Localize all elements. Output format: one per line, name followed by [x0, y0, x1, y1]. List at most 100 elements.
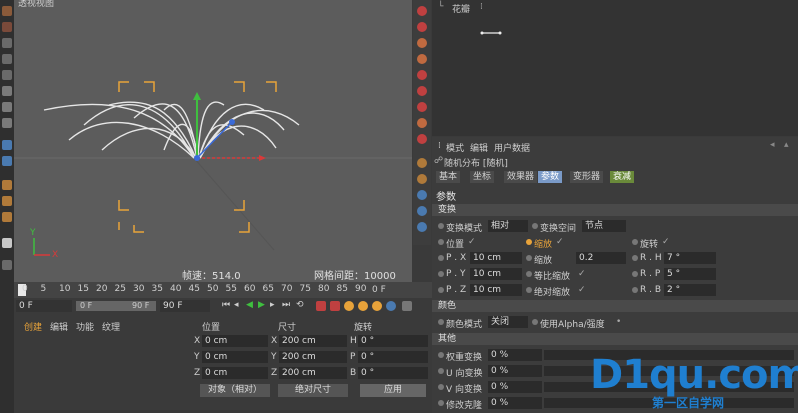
- coord-menu-function[interactable]: 功能: [76, 320, 94, 333]
- key-position-icon[interactable]: [344, 301, 354, 311]
- nurbs-icon[interactable]: [417, 54, 427, 64]
- py-field[interactable]: 10 cm: [470, 268, 522, 280]
- axis-lock-icon[interactable]: [2, 212, 12, 222]
- start-frame-field[interactable]: 0 F: [16, 300, 72, 312]
- px-keyframe-icon[interactable]: [438, 255, 444, 261]
- z-axis-dot[interactable]: [229, 119, 235, 125]
- scale-field[interactable]: 0.2: [576, 252, 626, 264]
- camera-icon[interactable]: [417, 118, 427, 128]
- v-keyframe-icon[interactable]: [438, 384, 444, 390]
- autokey-icon[interactable]: [330, 301, 340, 311]
- array-icon[interactable]: [417, 70, 427, 80]
- material-icon[interactable]: [417, 174, 427, 184]
- picture-viewer-icon[interactable]: [417, 222, 427, 232]
- edges-mode-icon[interactable]: [2, 102, 12, 112]
- key-param-icon[interactable]: [386, 301, 396, 311]
- color-section[interactable]: 颜色: [432, 300, 798, 312]
- model-mode-icon[interactable]: [2, 140, 12, 150]
- rh-keyframe-icon[interactable]: [632, 255, 638, 261]
- play-icon[interactable]: ▶: [258, 300, 265, 310]
- timeline-menu-icon[interactable]: [402, 301, 412, 311]
- nav-back-icon[interactable]: ◂: [770, 140, 775, 150]
- pz-keyframe-icon[interactable]: [438, 287, 444, 293]
- modify-keyframe-icon[interactable]: [438, 400, 444, 406]
- px-field[interactable]: 10 cm: [470, 252, 522, 264]
- move-tool-icon[interactable]: [2, 22, 12, 32]
- cube-icon[interactable]: [417, 6, 427, 16]
- modify-field[interactable]: 0 %: [488, 397, 542, 409]
- use-alpha-keyframe-icon[interactable]: [532, 319, 538, 325]
- pos-y-field[interactable]: 0 cm: [202, 351, 268, 363]
- rot-p-field[interactable]: 0 °: [358, 351, 428, 363]
- position-checkbox[interactable]: ✓: [468, 237, 476, 247]
- pos-z-field[interactable]: 0 cm: [202, 367, 268, 379]
- rp-field[interactable]: 5 °: [664, 268, 716, 280]
- tab-coord[interactable]: 坐标: [470, 171, 495, 183]
- tab-deformer[interactable]: 变形器: [570, 171, 604, 183]
- nav-up-icon[interactable]: ▴: [784, 140, 789, 150]
- polygons-mode-icon[interactable]: [2, 118, 12, 128]
- light-icon[interactable]: [417, 134, 427, 144]
- key-scale-icon[interactable]: [358, 301, 368, 311]
- uniform-scale-keyframe-icon[interactable]: [526, 271, 532, 277]
- undo-icon[interactable]: [2, 6, 12, 16]
- rb-field[interactable]: 2 °: [664, 284, 716, 296]
- position-keyframe-icon[interactable]: [438, 239, 444, 245]
- range-slider[interactable]: 0 F 90 F: [76, 301, 156, 311]
- py-keyframe-icon[interactable]: [438, 271, 444, 277]
- render-icon[interactable]: [417, 190, 427, 200]
- prev-key-icon[interactable]: ◂: [234, 300, 239, 310]
- scale-checkbox[interactable]: ✓: [556, 237, 564, 247]
- deformer-icon[interactable]: [417, 86, 427, 96]
- rotation-keyframe-icon[interactable]: [632, 239, 638, 245]
- size-y-field[interactable]: 200 cm: [279, 351, 347, 363]
- uniform-scale-checkbox[interactable]: ✓: [578, 269, 586, 279]
- rp-keyframe-icon[interactable]: [632, 271, 638, 277]
- use-alpha-checkbox[interactable]: •: [616, 317, 621, 327]
- size-mode-dropdown[interactable]: 绝对尺寸: [278, 384, 348, 397]
- rb-keyframe-icon[interactable]: [632, 287, 638, 293]
- transform-mode-select[interactable]: 相对: [488, 220, 528, 232]
- tab-basic[interactable]: 基本: [436, 171, 461, 183]
- end-frame-field[interactable]: 90 F: [160, 300, 210, 312]
- tab-effector[interactable]: 效果器: [504, 171, 538, 183]
- size-x-field[interactable]: 200 cm: [279, 335, 347, 347]
- render-settings-icon[interactable]: [417, 206, 427, 216]
- object-origin[interactable]: [194, 155, 200, 161]
- transform-section[interactable]: 变换: [432, 204, 798, 216]
- rot-h-field[interactable]: 0 °: [358, 335, 428, 347]
- x-axis-arrow[interactable]: [259, 155, 266, 161]
- play-back-icon[interactable]: ◀: [246, 300, 253, 310]
- tab-falloff[interactable]: 衰减: [610, 171, 635, 183]
- coordinate-mode-dropdown[interactable]: 对象（相对）: [200, 384, 270, 397]
- coord-menu-edit[interactable]: 编辑: [50, 320, 68, 333]
- color-mode-select[interactable]: 关闭: [488, 316, 528, 328]
- rot-b-field[interactable]: 0 °: [358, 367, 428, 379]
- s-script-icon[interactable]: [2, 238, 12, 248]
- color-mode-keyframe-icon[interactable]: [438, 319, 444, 325]
- tab-parameters[interactable]: 参数: [538, 171, 563, 183]
- transform-space-keyframe-icon[interactable]: [532, 223, 538, 229]
- texture-mode-icon[interactable]: [2, 156, 12, 166]
- snap-icon[interactable]: [2, 180, 12, 190]
- other-section[interactable]: 其他: [432, 333, 798, 345]
- object-dots-icon[interactable]: ⁞: [480, 2, 483, 12]
- perspective-viewport[interactable]: 透视视图 Y X 帧速：514.0 网格间距：10000: [14, 0, 412, 282]
- workplane-icon[interactable]: [2, 196, 12, 206]
- absolute-scale-checkbox[interactable]: ✓: [578, 285, 586, 295]
- sphere-icon[interactable]: [417, 22, 427, 32]
- scene-icon[interactable]: [417, 102, 427, 112]
- spline-icon[interactable]: [417, 38, 427, 48]
- pz-field[interactable]: 10 cm: [470, 284, 522, 296]
- record-icon[interactable]: [316, 301, 326, 311]
- scale-tool-icon[interactable]: [2, 38, 12, 48]
- weight-field[interactable]: 0 %: [488, 349, 542, 361]
- select-tool-icon[interactable]: [2, 70, 12, 80]
- key-rotation-icon[interactable]: [372, 301, 382, 311]
- go-start-icon[interactable]: ⏮: [222, 300, 230, 310]
- go-end-icon[interactable]: ⏭: [282, 300, 290, 310]
- v-field[interactable]: 0 %: [488, 381, 542, 393]
- coord-menu-texture[interactable]: 纹理: [102, 320, 120, 333]
- rotation-checkbox[interactable]: ✓: [662, 237, 670, 247]
- scale-keyframe-icon[interactable]: [526, 239, 532, 245]
